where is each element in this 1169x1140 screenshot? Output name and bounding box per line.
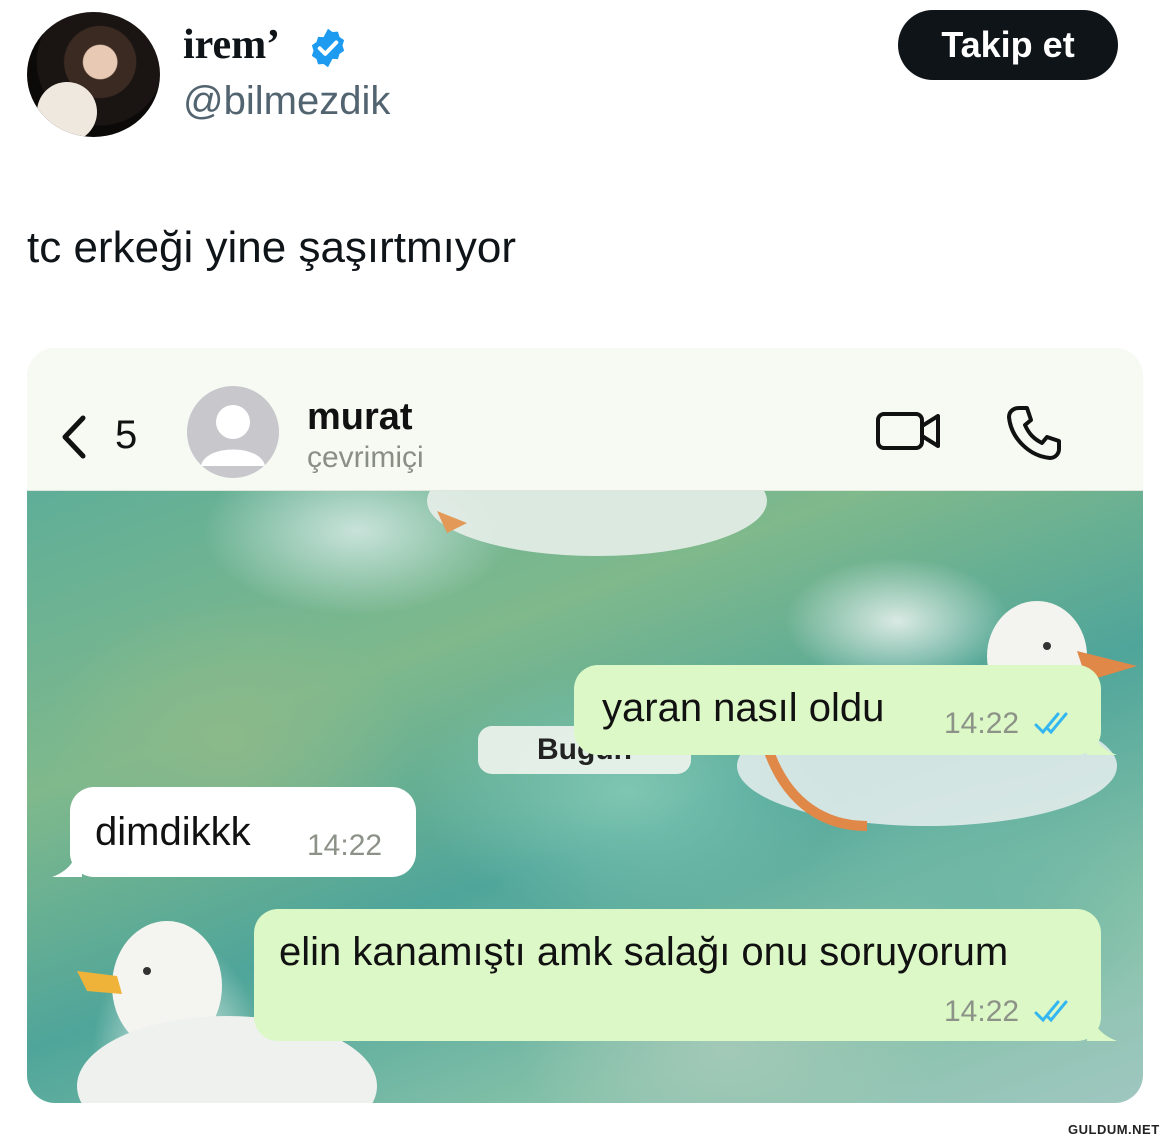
tweet-text: tc erkeği yine şaşırtmıyor [27, 223, 517, 272]
message-bubble-outgoing[interactable]: yaran nasıl oldu 14:22 [574, 665, 1101, 755]
read-receipt-icon [1034, 712, 1068, 735]
contact-name: murat [307, 396, 413, 438]
bubble-tail [52, 849, 82, 877]
message-time: 14:22 [944, 707, 1020, 740]
tweet-media-image[interactable]: 5 murat çevrimiçi yaran nasıl oldu 14:22… [27, 348, 1143, 1103]
chat-wallpaper: Bugün yaran nasıl oldu 14:22 dimdikkk 14… [27, 491, 1143, 1103]
chevron-left-icon [62, 415, 86, 459]
author-handle[interactable]: @bilmezdik [183, 78, 390, 124]
avatar-photo-detail [37, 82, 97, 137]
author-avatar[interactable] [27, 12, 160, 137]
person-placeholder-icon [201, 405, 265, 466]
message-bubble-incoming[interactable]: dimdikkk 14:22 [70, 787, 416, 877]
video-call-icon [876, 412, 940, 450]
chat-header: 5 murat çevrimiçi [27, 348, 1143, 491]
author-display-name[interactable]: irem’ [183, 22, 280, 68]
verified-badge-icon [311, 28, 345, 68]
message-text: elin kanamıştı amk salağı onu soruyorum [279, 930, 1009, 974]
bubble-tail [1087, 727, 1117, 755]
site-watermark: GULDUM.NET [1068, 1122, 1160, 1137]
message-bubble-outgoing[interactable]: elin kanamıştı amk salağı onu soruyorum … [254, 909, 1101, 1041]
message-time: 14:22 [944, 995, 1020, 1028]
follow-button[interactable]: Takip et [898, 10, 1118, 80]
unread-count: 5 [115, 413, 138, 457]
message-text: dimdikkk [95, 810, 251, 854]
bubble-tail [1087, 1013, 1117, 1041]
phone-call-icon [1007, 406, 1061, 460]
message-text: yaran nasıl oldu [602, 686, 885, 730]
read-receipt-icon [1034, 1000, 1068, 1023]
contact-avatar [187, 386, 279, 478]
contact-status: çevrimiçi [307, 441, 424, 474]
duck-illustration [427, 491, 767, 556]
message-time: 14:22 [307, 829, 383, 862]
